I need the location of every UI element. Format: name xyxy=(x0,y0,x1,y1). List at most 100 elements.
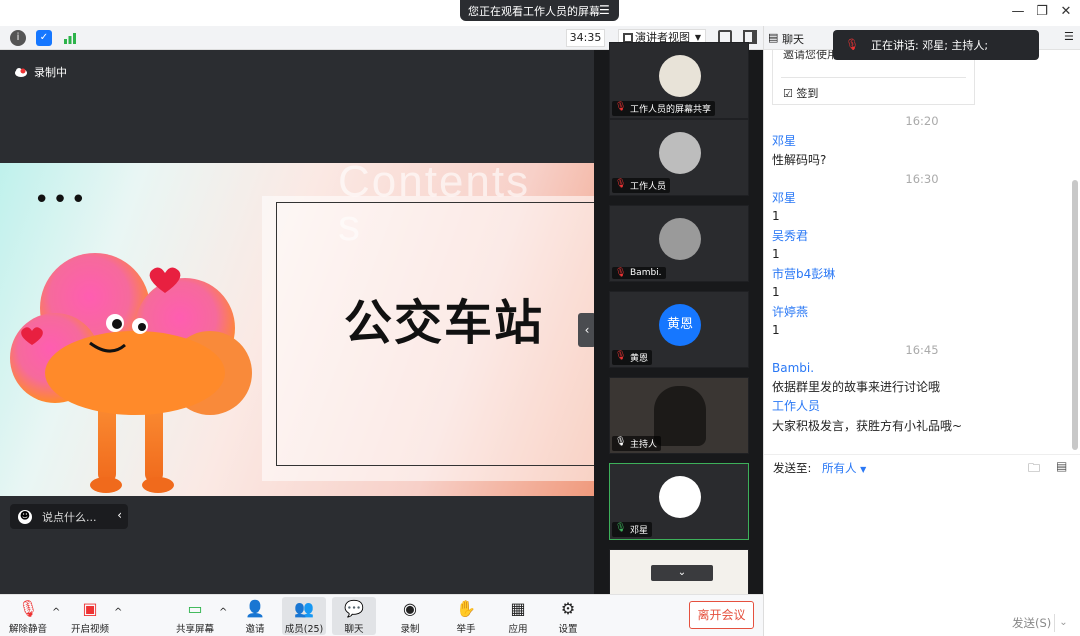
chat-sender[interactable]: 市营b4彭琳 xyxy=(772,265,835,282)
screen-share-banner[interactable]: 您正在观看工作人员的屏幕 ☰ xyxy=(460,0,619,21)
chat-scrollbar[interactable] xyxy=(1072,180,1078,450)
quick-chat-input[interactable]: ☻ 说点什么... ‹ xyxy=(10,504,128,529)
sign-in-link[interactable]: ☑ 签到 xyxy=(783,85,818,101)
shared-screen-stage: 录制中 ••• Contents s 公交车站 xyxy=(0,50,596,594)
minimize-icon[interactable]: — xyxy=(1010,4,1026,20)
presentation-slide: ••• Contents s 公交车站 xyxy=(0,163,594,496)
mic-muted-icon: 🎙 xyxy=(615,102,627,112)
mic-muted-icon: 🎙 xyxy=(18,599,39,618)
recording-label: 录制中 xyxy=(34,66,67,79)
chat-messages: 邀请您使用 ☑ 签到 16:20 邓星 性解码吗? 16:30 邓星 1 吴秀君… xyxy=(764,50,1080,454)
cloud-character-illustration xyxy=(10,253,252,493)
send-to-selector[interactable]: 所有人 ▼ xyxy=(822,460,866,476)
recording-indicator: 录制中 xyxy=(14,64,67,80)
shield-icon[interactable]: ✓ xyxy=(36,30,52,46)
menu-icon[interactable]: ☰ xyxy=(1064,30,1074,43)
chat-icon: 💬 xyxy=(344,599,364,618)
video-tile[interactable]: 🎙 工作人员 xyxy=(609,119,749,196)
invite-button[interactable]: 👤 邀请 xyxy=(240,597,270,635)
chat-sender[interactable]: Bambi. xyxy=(772,361,814,375)
add-user-icon: 👤 xyxy=(245,599,265,618)
start-video-button[interactable]: ▣ 开启视频 xyxy=(68,597,112,635)
tile-label: 🎙 主持人 xyxy=(612,436,662,451)
hand-icon: ✋ xyxy=(456,599,476,618)
avatar xyxy=(659,55,701,97)
settings-button[interactable]: ⚙ 设置 xyxy=(554,597,582,635)
info-icon[interactable]: i xyxy=(10,30,26,46)
meeting-timer: 34:35 xyxy=(566,29,605,47)
chevron-left-icon[interactable]: ‹ xyxy=(117,508,122,522)
avatar: 黄恩 xyxy=(659,304,701,346)
record-button[interactable]: ◉ 录制 xyxy=(396,597,424,635)
apps-icon: ▦ xyxy=(510,599,526,618)
mic-muted-icon: 🎙 xyxy=(615,268,627,278)
chat-message: 1 xyxy=(772,209,780,223)
video-tile[interactable]: 🎙 工作人员的屏幕共享 xyxy=(609,42,749,119)
chat-sender[interactable]: 邓星 xyxy=(772,189,796,206)
tile-label: 🎙 工作人员的屏幕共享 xyxy=(612,101,716,116)
tile-label: 🎙 黄恩 xyxy=(612,350,653,365)
unmute-button[interactable]: 🎙 解除静音 xyxy=(8,597,48,635)
restore-icon[interactable]: ❐ xyxy=(1034,4,1050,20)
folder-icon[interactable]: 🗀 xyxy=(1028,459,1040,480)
leave-meeting-button[interactable]: 离开会议 xyxy=(689,601,754,629)
cloud-icon xyxy=(15,68,27,77)
apps-button[interactable]: ▦ 应用 xyxy=(504,597,532,635)
chat-title: 聊天 xyxy=(782,33,804,46)
signal-icon xyxy=(62,30,78,46)
avatar xyxy=(659,218,701,260)
sharing-text: 您正在观看工作人员的屏幕 xyxy=(468,4,600,18)
file-icon[interactable]: ▤ xyxy=(1056,459,1067,473)
tile-label: 🎙 邓星 xyxy=(612,522,653,537)
chat-message: 性解码吗? xyxy=(772,153,827,167)
chat-sender[interactable]: 工作人员 xyxy=(772,397,820,414)
video-tile[interactable]: 🎙 Bambi. xyxy=(609,205,749,282)
close-icon[interactable]: ✕ xyxy=(1058,4,1074,20)
record-icon: ◉ xyxy=(403,599,417,618)
chat-timestamp: 16:45 xyxy=(905,343,939,357)
members-button[interactable]: 👥 成员(25) xyxy=(282,597,326,635)
chat-sender[interactable]: 许婷燕 xyxy=(772,303,808,320)
share-screen-button[interactable]: ▭ 共享屏幕 xyxy=(175,597,215,635)
mic-muted-icon: 🎙 xyxy=(845,38,859,51)
chat-sender[interactable]: 吴秀君 xyxy=(772,227,808,244)
mic-icon: 🎙 xyxy=(615,523,627,533)
raise-hand-button[interactable]: ✋ 举手 xyxy=(452,597,480,635)
send-to-label: 发送至: xyxy=(773,461,812,475)
chevron-up-icon[interactable]: ^ xyxy=(52,607,60,618)
chat-sender[interactable]: 邓星 xyxy=(772,132,796,149)
chat-message: 1 xyxy=(772,285,780,299)
emoji-icon[interactable]: ☻ xyxy=(18,509,32,524)
avatar xyxy=(659,132,701,174)
gear-icon: ⚙ xyxy=(560,599,576,618)
dots-decoration: ••• xyxy=(34,185,90,215)
chat-button[interactable]: 💬 聊天 xyxy=(332,597,376,635)
avatar xyxy=(659,476,701,518)
mic-muted-icon: 🎙 xyxy=(615,351,627,361)
scroll-down-button[interactable]: ⌄ xyxy=(651,565,713,581)
meeting-controls: 🎙 解除静音 ^ ▣ 开启视频 ^ ▭ 共享屏幕 ^ 👤 邀请 👥 成员(25)… xyxy=(0,594,764,636)
participant-video-list: 🎙 工作人员的屏幕共享 🎙 工作人员 🎙 Bambi. 黄恩 🎙 黄恩 🎙 主持人 🎙 邓星 xyxy=(594,42,764,626)
menu-icon[interactable]: ☰ xyxy=(599,3,613,17)
video-tile[interactable]: 黄恩 🎙 黄恩 xyxy=(609,291,749,368)
chevron-down-icon[interactable]: ⌄ xyxy=(1054,614,1072,632)
mic-icon: 🎙 xyxy=(615,437,627,447)
calendar-check-icon: ☑ xyxy=(783,87,793,100)
tile-label: 🎙 Bambi. xyxy=(612,267,666,279)
video-tile[interactable]: 🎙 主持人 xyxy=(609,377,749,454)
chat-timestamp: 16:20 xyxy=(905,114,939,128)
invite-text: 邀请您使用 xyxy=(783,50,838,61)
chat-timestamp: 16:30 xyxy=(905,172,939,186)
chevron-up-icon[interactable]: ^ xyxy=(219,607,227,618)
chat-icon: ▤ xyxy=(768,31,779,44)
message-input[interactable] xyxy=(770,481,1070,609)
speaking-text: 正在讲话: 邓星; 主持人; xyxy=(871,39,989,52)
caret-down-icon: ▼ xyxy=(860,465,867,474)
chat-compose: 发送至: 所有人 ▼ 🗀 ▤ 发送(S) ⌄ xyxy=(764,454,1080,636)
video-tile-active[interactable]: 🎙 邓星 xyxy=(609,463,749,540)
send-button[interactable]: 发送(S) xyxy=(1012,615,1051,631)
share-screen-icon: ▭ xyxy=(187,599,203,618)
chevron-up-icon[interactable]: ^ xyxy=(114,607,122,618)
camera-off-icon: ▣ xyxy=(82,599,98,618)
users-icon: 👥 xyxy=(294,599,314,618)
